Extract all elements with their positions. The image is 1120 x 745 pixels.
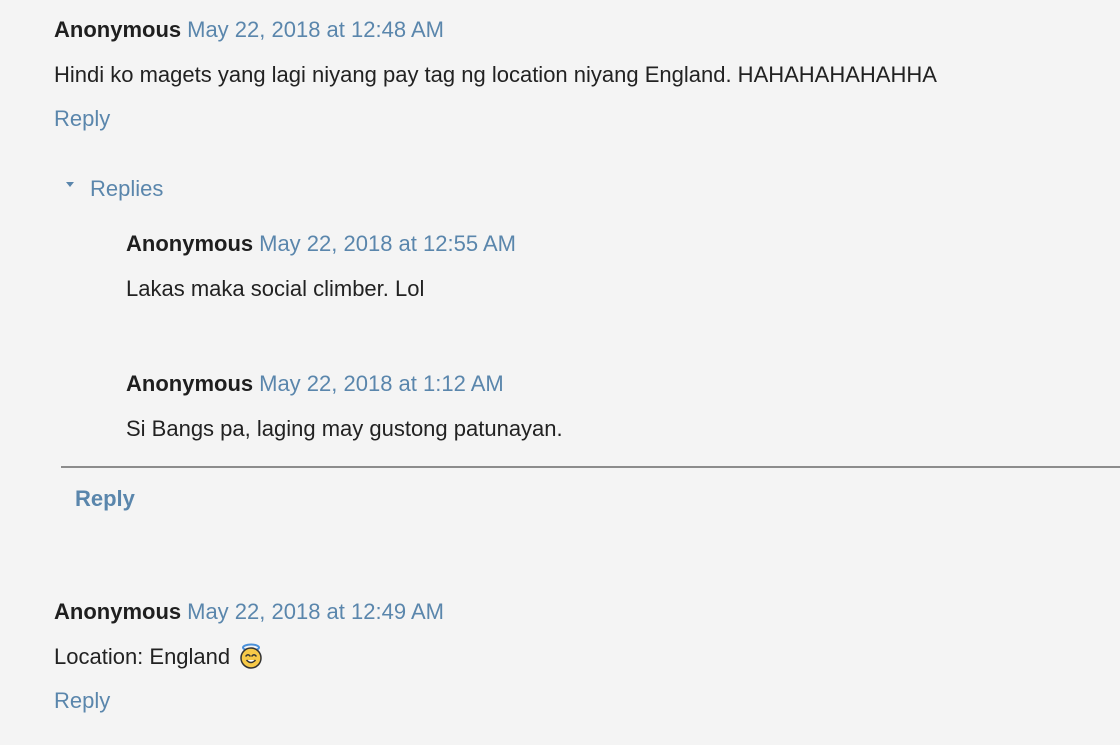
reply-button[interactable]: Reply — [54, 105, 110, 133]
replies-toggle[interactable]: Replies — [66, 175, 163, 203]
smiling-face-with-halo-icon — [238, 643, 264, 669]
comment-body-text: Location: England — [54, 644, 231, 669]
comment-author: Anonymous — [54, 17, 182, 42]
comment-header: Anonymous May 22, 2018 at 12:49 AM — [54, 598, 444, 626]
thread-divider — [61, 466, 1120, 468]
comment-author: Anonymous — [54, 599, 182, 624]
replies-toggle-label: Replies — [90, 176, 164, 201]
comment-timestamp-link[interactable]: May 22, 2018 at 12:55 AM — [259, 231, 516, 256]
comment-body: Lakas maka social climber. Lol — [126, 276, 425, 301]
comment-author: Anonymous — [126, 231, 254, 256]
comment-author: Anonymous — [126, 371, 254, 396]
comment-timestamp-link[interactable]: May 22, 2018 at 12:48 AM — [187, 17, 444, 42]
comment-timestamp-link[interactable]: May 22, 2018 at 1:12 AM — [259, 371, 504, 396]
comment-timestamp-link[interactable]: May 22, 2018 at 12:49 AM — [187, 599, 444, 624]
comment-header: Anonymous May 22, 2018 at 12:55 AM — [126, 230, 516, 258]
caret-down-icon — [66, 181, 74, 187]
reply-button[interactable]: Reply — [54, 687, 110, 715]
comment-body: Location: England — [54, 643, 264, 671]
comment-body: Hindi ko magets yang lagi niyang pay tag… — [54, 62, 937, 87]
comment-header: Anonymous May 22, 2018 at 12:48 AM — [54, 16, 444, 44]
comment-header: Anonymous May 22, 2018 at 1:12 AM — [126, 370, 504, 398]
comment-body: Si Bangs pa, laging may gustong patunaya… — [126, 416, 563, 441]
thread-reply-button[interactable]: Reply — [75, 485, 135, 513]
